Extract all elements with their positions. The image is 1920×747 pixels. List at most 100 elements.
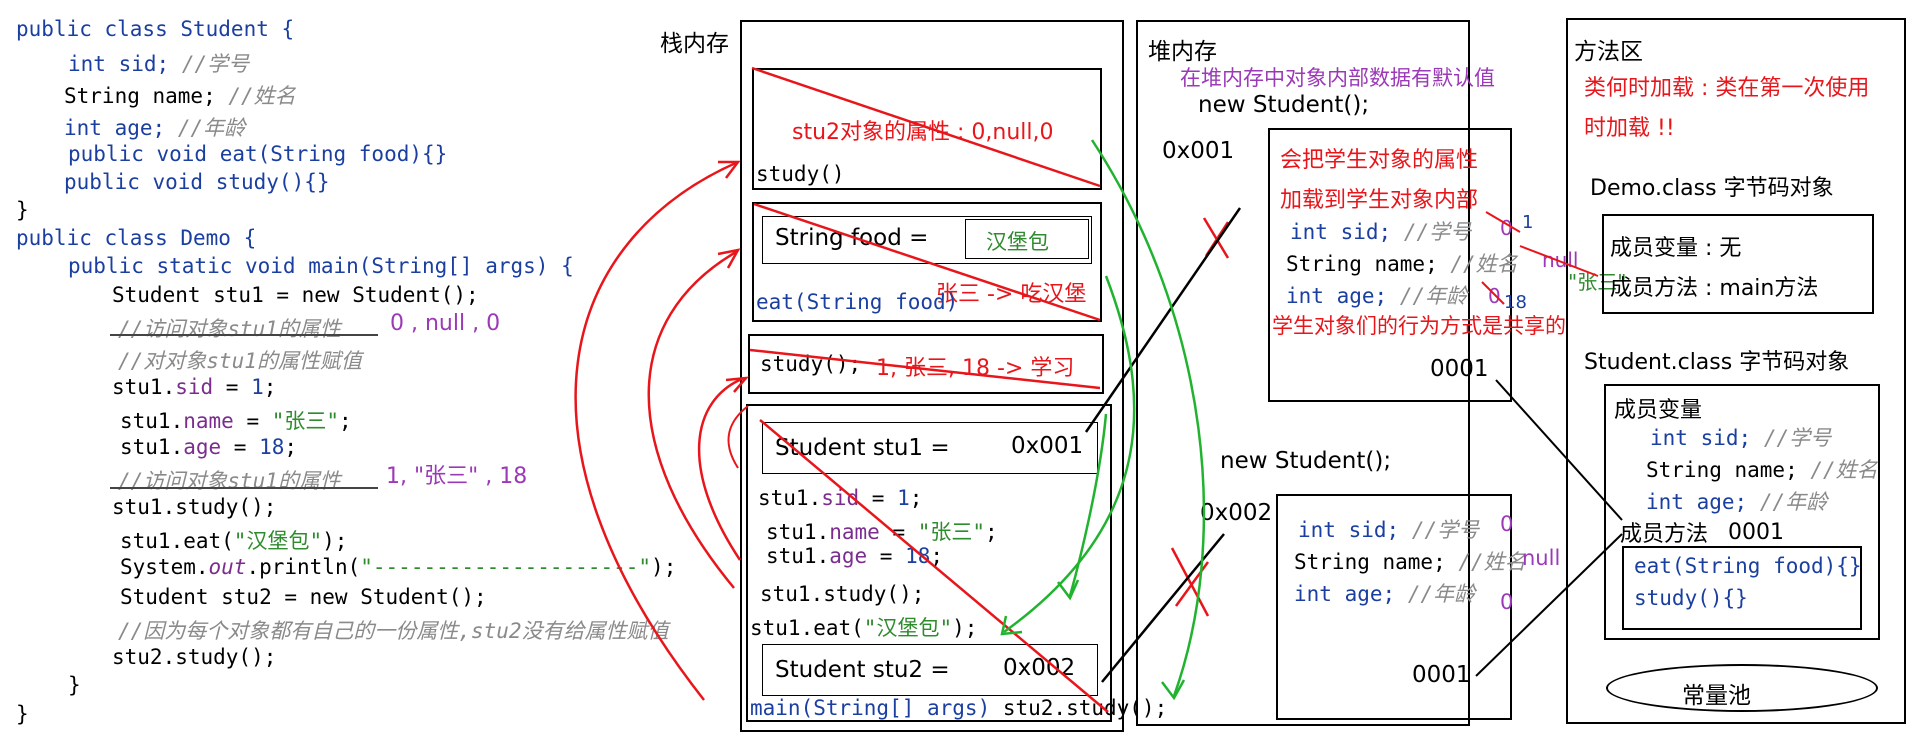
code-text: int sid;: [68, 52, 170, 76]
code-text: System.: [120, 555, 209, 579]
code-line: //访问对象stu1的属性: [118, 313, 341, 343]
object-field-name: String name; //姓名: [1294, 546, 1526, 576]
field-new-value: 1: [1522, 212, 1534, 233]
stu2-variable: Student stu2 =: [775, 657, 950, 683]
code-text: main(String[] args): [750, 696, 991, 720]
code-comment: //年龄: [1407, 582, 1476, 606]
frame-label-text: eat(String food): [756, 290, 959, 314]
code-comment: //年龄: [1399, 284, 1468, 308]
frame-note: 张三 -> 吃汉堡: [936, 282, 1087, 307]
code-text: String name;: [64, 84, 216, 108]
code-field: age: [829, 544, 868, 568]
code-string: "张三": [271, 409, 340, 433]
code-line: }: [16, 198, 29, 222]
code-line: Student stu1 = new Student();: [112, 283, 479, 307]
constant-pool-label: 常量池: [1682, 683, 1751, 709]
code-line: public static void main(String[] args) {: [68, 254, 574, 278]
code-text: public class Student {: [16, 17, 295, 41]
code-comment: //对对象stu1的属性赋值: [118, 349, 362, 373]
object-note: 学生对象们的行为方式是共享的: [1272, 314, 1566, 338]
code-text: int sid;: [1298, 518, 1400, 542]
code-line: public class Student {: [16, 17, 294, 41]
code-text: ;: [985, 520, 998, 544]
stack-title: 栈内存: [660, 31, 729, 57]
food-variable: String food =: [775, 225, 929, 251]
object-note: 会把学生对象的属性: [1280, 148, 1479, 173]
object-field-sid: int sid; //学号: [1290, 216, 1471, 246]
stu2-address: 0x002: [1003, 655, 1076, 681]
main-line: stu1.sid = 1;: [758, 486, 922, 510]
code-text: =: [867, 544, 906, 568]
field-value: 0: [1500, 590, 1514, 614]
code-field: name: [829, 520, 880, 544]
code-text: int sid;: [1650, 426, 1752, 450]
code-text: stu1.: [120, 435, 184, 459]
arrow-head: [718, 160, 741, 179]
code-text: stu1.: [766, 520, 830, 544]
code-line: stu2.study();: [112, 645, 277, 669]
code-field: out: [208, 555, 247, 579]
code-text: stu1.eat(: [120, 529, 234, 553]
heap-default-note: 在堆内存中对象内部数据有默认值: [1180, 66, 1495, 90]
code-line: int sid; //学号: [68, 48, 249, 78]
code-field: name: [183, 409, 234, 433]
call-arrow: [698, 376, 745, 561]
code-text: String name;: [1294, 550, 1446, 574]
code-number: 1: [251, 375, 264, 399]
food-value: 汉堡包: [986, 230, 1049, 254]
code-number: 18: [259, 435, 285, 459]
method-study: study(){}: [1634, 586, 1748, 610]
object-field-age: int age; //年龄: [1286, 280, 1467, 310]
code-comment: //学号: [1411, 518, 1480, 542]
code-text: int age;: [1294, 582, 1396, 606]
student-class-title: Student.class 字节码对象: [1584, 350, 1850, 375]
frame-label: study();: [760, 352, 862, 376]
demo-class-box: 成员变量 : 无 成员方法 : main方法: [1602, 214, 1874, 314]
code-line: }: [68, 673, 81, 697]
code-comment: //学号: [1403, 220, 1472, 244]
code-text: ;: [909, 486, 923, 510]
constant-pool: 常量池: [1606, 664, 1878, 712]
frame-label: eat(String food): [756, 290, 958, 314]
code-line: stu1.eat("汉堡包");: [120, 525, 347, 555]
code-text: stu1.: [112, 375, 176, 399]
code-text: int age;: [64, 116, 166, 140]
object-method-ref: 0001: [1412, 662, 1471, 688]
code-comment: //访问对象stu1的属性: [118, 469, 341, 493]
code-text: ;: [263, 375, 277, 399]
code-text: =: [879, 520, 918, 544]
object-method-ref: 0001: [1430, 356, 1489, 382]
code-text: );: [651, 555, 677, 579]
stu1-address: 0x001: [1011, 433, 1084, 459]
stu2-variable-box: Student stu2 = 0x002: [762, 644, 1098, 696]
object-field-age: int age; //年龄: [1294, 578, 1475, 608]
food-value-box: 汉堡包: [965, 219, 1089, 259]
code-comment: //姓名: [228, 84, 296, 108]
code-text: int sid;: [1290, 220, 1392, 244]
code-comment: //姓名: [1450, 252, 1518, 276]
stu1-variable: Student stu1 =: [775, 435, 950, 461]
main-line: stu1.name = "张三";: [766, 516, 998, 546]
student-object-1: 会把学生对象的属性 加载到学生对象内部 int sid; //学号 0 1 St…: [1268, 128, 1626, 402]
class-field-age: int age; //年龄: [1646, 486, 1827, 516]
object-field-sid: int sid; //学号: [1298, 514, 1479, 544]
stack-frame-main: Student stu1 = 0x001 stu1.sid = 1; stu1.…: [746, 404, 1167, 722]
code-text: =: [233, 409, 272, 433]
code-text: ;: [339, 409, 352, 433]
code-string: "---------------------": [360, 555, 652, 579]
main-line: stu1.study();: [760, 582, 925, 606]
member-methods-address: 0001: [1728, 520, 1784, 545]
heap-address-1: 0x001: [1162, 138, 1235, 164]
code-number: 18: [905, 544, 931, 568]
stack-frame-eat: String food = 汉堡包 张三 -> 吃汉堡 eat(String f…: [752, 202, 1102, 322]
food-variable-box: String food = 汉堡包: [762, 216, 1092, 264]
code-text: int age;: [1286, 284, 1388, 308]
method-area-title: 方法区: [1574, 39, 1643, 65]
code-line: String name; //姓名: [64, 80, 296, 110]
main-label: main(String[] args) stu2.study();: [750, 696, 1167, 720]
code-text: =: [221, 435, 260, 459]
code-text: int age;: [1646, 490, 1748, 514]
heap-address-2: 0x002: [1200, 500, 1273, 526]
code-text: stu1.: [120, 409, 184, 433]
code-text: stu1.eat(: [750, 616, 864, 640]
